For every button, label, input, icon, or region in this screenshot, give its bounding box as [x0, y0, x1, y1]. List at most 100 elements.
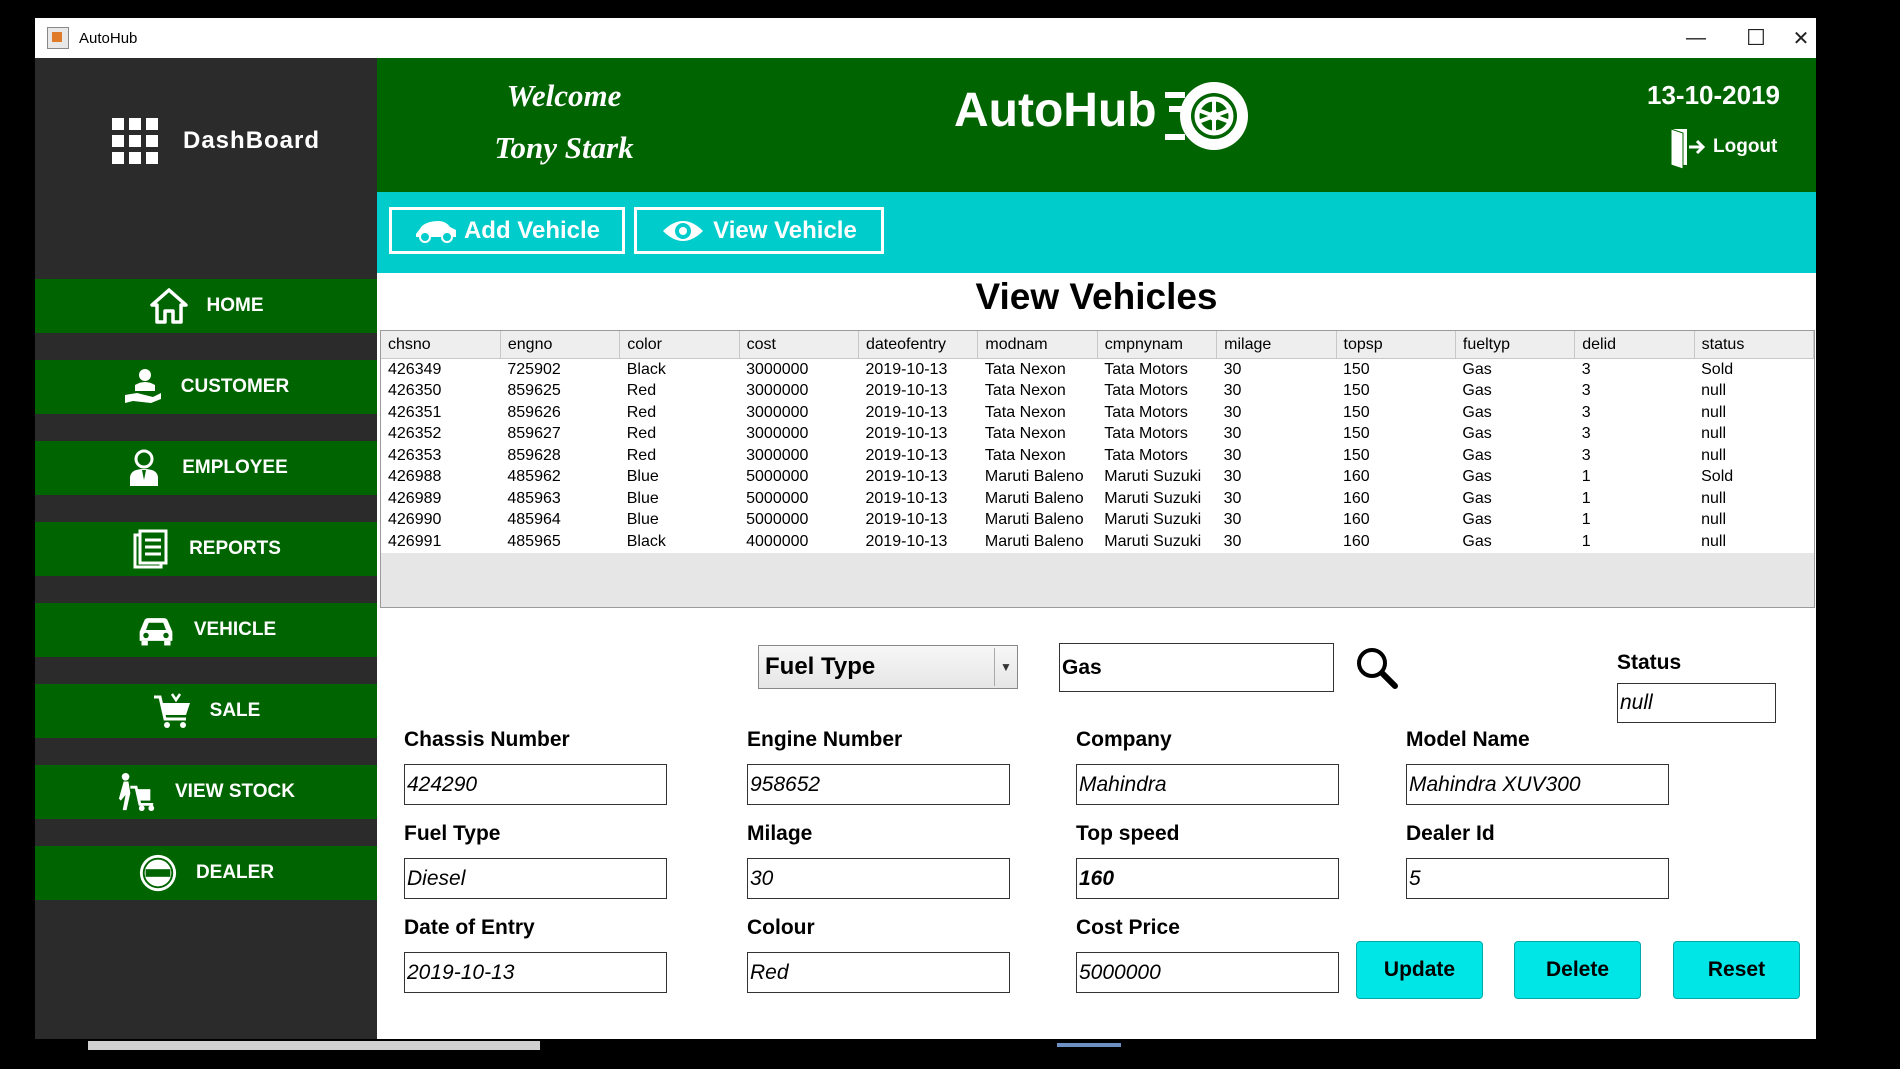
sidebar-item-customer[interactable]: CUSTOMER — [35, 360, 377, 414]
table-row[interactable]: 426351 859626 Red 3000000 2019-10-13 Tata Nex… — [381, 402, 1814, 424]
column-header[interactable]: modnam — [977, 331, 1098, 359]
update-button[interactable]: Update — [1356, 941, 1483, 999]
filter-field-selected: Fuel Type — [765, 653, 876, 680]
column-header[interactable]: fueltyp — [1455, 331, 1576, 359]
column-header[interactable]: delid — [1574, 331, 1695, 359]
table-cell: Gas — [1455, 380, 1575, 402]
table-cell: 30 — [1216, 509, 1336, 531]
date-of-entry-label: Date of Entry — [404, 916, 535, 939]
table-cell: 1 — [1574, 531, 1695, 553]
car-icon — [136, 610, 176, 650]
column-header[interactable]: topsp — [1336, 331, 1456, 359]
table-cell: 160 — [1336, 488, 1456, 510]
logout-button[interactable]: Logout — [1667, 125, 1777, 169]
table-cell: null — [1694, 380, 1814, 402]
table-row[interactable]: 426350 859625 Red 3000000 2019-10-13 Tata Nex… — [381, 380, 1814, 402]
dealer-id-field[interactable] — [1406, 858, 1669, 899]
sidebar-item-view-stock[interactable]: VIEW STOCK — [35, 765, 377, 819]
table-cell: null — [1694, 509, 1814, 531]
table-row[interactable]: 426988 485962 Blue 5000000 2019-10-13 Maruti … — [381, 466, 1814, 488]
sidebar-item-employee[interactable]: EMPLOYEE — [35, 441, 377, 495]
minimize-button[interactable]: — — [1666, 18, 1726, 58]
column-header[interactable]: cmpnynam — [1097, 331, 1218, 359]
table-cell: 426988 — [381, 466, 501, 488]
table-cell: Gas — [1455, 509, 1575, 531]
column-header[interactable]: chsno — [381, 331, 501, 359]
search-input[interactable] — [1059, 643, 1334, 692]
maximize-button[interactable]: ☐ — [1726, 18, 1786, 58]
search-icon[interactable] — [1355, 646, 1399, 695]
top-speed-field[interactable] — [1076, 858, 1339, 899]
column-header[interactable]: milage — [1216, 331, 1337, 359]
column-header[interactable]: engno — [500, 331, 621, 359]
table-cell: Tata Motors — [1097, 358, 1217, 381]
employee-icon — [124, 448, 164, 488]
chassis-number-field[interactable] — [404, 764, 667, 805]
column-header[interactable]: color — [619, 331, 740, 359]
dealer-id-label: Dealer Id — [1406, 822, 1495, 845]
table-cell: 859626 — [500, 402, 620, 424]
table-row[interactable]: 426990 485964 Blue 5000000 2019-10-13 Maruti … — [381, 509, 1814, 531]
sidebar-item-home[interactable]: HOME — [35, 279, 377, 333]
sidebar-item-label: HOME — [206, 295, 264, 316]
filter-field-dropdown[interactable]: Fuel Type ▼ — [758, 645, 1018, 689]
model-name-field[interactable] — [1406, 764, 1669, 805]
view-vehicle-button[interactable]: View Vehicle — [634, 207, 884, 254]
dealer-icon — [138, 853, 178, 893]
table-cell: 859628 — [500, 445, 620, 467]
table-cell: Red — [619, 380, 740, 402]
table-cell: 150 — [1336, 358, 1456, 381]
table-cell: Tata Motors — [1097, 423, 1217, 445]
fuel-type-field[interactable] — [404, 858, 667, 899]
column-header[interactable]: status — [1694, 331, 1815, 359]
delete-button[interactable]: Delete — [1514, 941, 1641, 999]
column-header[interactable]: cost — [739, 331, 860, 359]
table-cell: 30 — [1216, 423, 1336, 445]
table-row[interactable]: 426352 859627 Red 3000000 2019-10-13 Tata Nex… — [381, 423, 1814, 445]
column-header[interactable]: dateofentry — [858, 331, 979, 359]
add-vehicle-button[interactable]: Add Vehicle — [389, 207, 625, 254]
reset-button[interactable]: Reset — [1673, 941, 1800, 999]
sidebar-item-reports[interactable]: REPORTS — [35, 522, 377, 576]
page-title: View Vehicles — [975, 276, 1218, 317]
date-of-entry-field[interactable] — [404, 952, 667, 993]
colour-field[interactable] — [747, 952, 1010, 993]
table-cell: Maruti Suzuki — [1097, 531, 1217, 553]
vehicles-table[interactable]: chsno engno color cost dateofentry modna… — [380, 330, 1815, 608]
engine-number-field[interactable] — [747, 764, 1010, 805]
sidebar-item-dealer[interactable]: DEALER — [35, 846, 377, 900]
sidebar-item-label: SALE — [209, 700, 261, 721]
fuel-type-label: Fuel Type — [404, 822, 501, 845]
table-row[interactable]: 426353 859628 Red 3000000 2019-10-13 Tata Nex… — [381, 445, 1814, 467]
close-button[interactable]: ✕ — [1786, 18, 1816, 58]
table-cell: Tata Nexon — [977, 402, 1098, 424]
table-cell: 426989 — [381, 488, 501, 510]
status-field[interactable] — [1617, 683, 1776, 723]
table-cell: Gas — [1455, 402, 1575, 424]
add-vehicle-label: Add Vehicle — [463, 216, 601, 244]
table-cell: Red — [619, 423, 740, 445]
table-cell: Maruti Suzuki — [1097, 509, 1217, 531]
chevron-down-icon[interactable]: ▼ — [994, 648, 1017, 686]
horizontal-scrollbar[interactable] — [88, 1041, 540, 1050]
milage-field[interactable] — [747, 858, 1010, 899]
sidebar-item-vehicle[interactable]: VEHICLE — [35, 603, 377, 657]
table-cell: Tata Nexon — [977, 380, 1098, 402]
welcome-text: Welcome — [506, 78, 622, 113]
company-field[interactable] — [1076, 764, 1339, 805]
sidebar-item-sale[interactable]: SALE — [35, 684, 377, 738]
table-row[interactable]: 426989 485963 Blue 5000000 2019-10-13 Maruti … — [381, 488, 1814, 510]
table-row[interactable]: 426349 725902 Black 3000000 2019-10-13 Tata N… — [381, 358, 1814, 381]
table-row[interactable]: 426991 485965 Black 4000000 2019-10-13 Maruti… — [381, 531, 1814, 553]
table-cell: 3000000 — [739, 358, 859, 381]
table-cell: 2019-10-13 — [858, 380, 978, 402]
table-cell: 1 — [1574, 488, 1695, 510]
stock-icon — [117, 772, 157, 812]
customer-icon — [123, 367, 163, 407]
table-cell: null — [1694, 445, 1814, 467]
dashboard-heading[interactable]: DashBoard — [112, 118, 320, 164]
table-cell: 2019-10-13 — [858, 509, 978, 531]
window-title: AutoHub — [79, 29, 138, 47]
table-cell: 485962 — [500, 466, 620, 488]
cost-price-field[interactable] — [1076, 952, 1339, 993]
